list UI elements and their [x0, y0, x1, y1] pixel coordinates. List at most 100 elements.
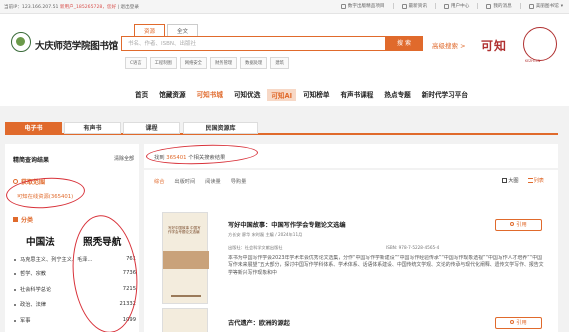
- topbar-link-news[interactable]: 最新资讯: [401, 3, 427, 9]
- category-section-label: 分类: [21, 217, 34, 224]
- nav-rankings[interactable]: 可知榜单: [299, 89, 333, 101]
- sort-overall[interactable]: 综合: [154, 178, 164, 185]
- book-cover[interactable]: 写好中国故事 中国写作学会专题论文选编: [162, 212, 209, 304]
- quick-tag[interactable]: 建筑: [270, 57, 289, 69]
- advanced-search-link[interactable]: 高级搜索 >: [432, 40, 466, 50]
- scope-section-header[interactable]: 获取范围: [13, 177, 45, 186]
- news-icon: [401, 3, 407, 9]
- nav-home[interactable]: 首页: [131, 89, 152, 101]
- result-title[interactable]: 写好中国故事：中国写作学会专题论文选编: [228, 220, 346, 229]
- category-section-header[interactable]: 分类: [13, 215, 33, 224]
- result-number: 365401: [166, 155, 187, 161]
- search-scope-tabs: 资源 全文: [134, 24, 199, 36]
- message-icon: [486, 3, 492, 9]
- main-nav: 首页 馆藏资源 可知书城 可知优选 可知AI 可知榜单 有声书课程 热点专题 新…: [0, 80, 569, 106]
- category-row[interactable]: 政治、法律 21332: [14, 301, 136, 308]
- list-view-icon: [527, 177, 533, 183]
- tab-ebook[interactable]: 电子书: [5, 122, 62, 134]
- kezhi-logo-text: 可知: [481, 39, 508, 53]
- search-button[interactable]: 搜 索: [385, 36, 423, 51]
- category-row[interactable]: 社会科学总论 7215: [14, 286, 136, 293]
- category-row[interactable]: 马克思主义、列宁主义、毛泽... 761: [14, 256, 136, 263]
- nav-audio-courses[interactable]: 有声书课程: [336, 89, 377, 101]
- result-list: 写好中国故事 中国写作学会专题论文选编 写好中国故事：中国写作学会专题论文选编 …: [144, 192, 558, 332]
- quick-tag[interactable]: 工程制图: [149, 57, 177, 69]
- category-tab-navigation[interactable]: 照秃导航: [83, 234, 121, 248]
- nav-learning-platform[interactable]: 新时代学习平台: [418, 89, 472, 101]
- clear-all-link[interactable]: 清除全部: [114, 155, 134, 162]
- quick-tag[interactable]: C语言: [125, 57, 147, 69]
- topbar-link-library[interactable]: 美丽图书馆 ▾: [528, 3, 563, 9]
- result-publisher: 出版社：社会科学文献出版社: [228, 245, 283, 250]
- bullet-icon: [14, 319, 16, 322]
- bullet-icon: [14, 272, 16, 275]
- library-logo-icon: [11, 32, 31, 52]
- nav-bookstore[interactable]: 可知书城: [193, 89, 227, 101]
- top-bar: 当前IP：123.166.207.51 新用户_185265728，您好 | 退…: [0, 0, 569, 14]
- sort-purchases[interactable]: 导购量: [231, 178, 247, 185]
- chevron-down-icon: ▾: [560, 3, 563, 9]
- link-icon: [510, 320, 515, 324]
- logout-link[interactable]: | 退出登录: [118, 5, 139, 10]
- header: 大庆师范学院图书馆 资源 全文 搜 索 高级搜索 > 可知 KEZHI.CN C…: [0, 14, 569, 80]
- nav-ai[interactable]: 可知AI: [267, 89, 297, 101]
- bullet-icon: [14, 303, 16, 306]
- ip-text: 当前IP：123.166.207.51: [4, 5, 59, 10]
- sort-bar: 综合 出版时间 阅读量 导购量 大图 列表: [144, 170, 558, 192]
- tab-audiobook[interactable]: 有声书: [64, 122, 121, 134]
- quick-tag[interactable]: 网络安全: [179, 57, 207, 69]
- quick-tag[interactable]: 数据处理: [240, 57, 268, 69]
- cover-footer: [171, 295, 201, 297]
- result-publisher-row: 出版社：社会科学文献出版社 ISBN: 978-7-5228-4565-4: [228, 245, 439, 251]
- tab-course[interactable]: 课程: [123, 122, 180, 134]
- username: 新用户_185265728，您好: [59, 5, 117, 10]
- category-row[interactable]: 军事 1099: [14, 317, 136, 324]
- result-isbn: ISBN: 978-7-5228-4565-4: [386, 245, 440, 250]
- view-grid-button[interactable]: 大图: [502, 177, 519, 184]
- scope-icon: [13, 179, 18, 184]
- quick-tag[interactable]: 财务管理: [209, 57, 238, 69]
- topbar-link-messages[interactable]: 我的消息: [486, 3, 512, 9]
- topbar-link-digital[interactable]: 数字出版精品项目: [340, 3, 385, 9]
- library-name: 大庆师范学院图书馆: [35, 41, 118, 52]
- cite-button[interactable]: 引用: [495, 219, 542, 231]
- search-tab-resource[interactable]: 资源: [134, 24, 166, 36]
- kezhi-logo[interactable]: 可知 KEZHI.CN: [481, 27, 557, 69]
- category-row[interactable]: 哲学、宗教 7736: [14, 270, 136, 277]
- online-resources-filter[interactable]: 可知在线资源(365401): [17, 192, 73, 200]
- result-title[interactable]: 古代遗产：欧洲的源起: [228, 318, 290, 327]
- nav-collection[interactable]: 馆藏资源: [155, 89, 189, 101]
- result-count: 找到 365401 个相关搜索结果: [154, 155, 226, 161]
- library-icon: [528, 3, 534, 9]
- result-description: 本书为中国写作学会2023年学术年会优秀论文选集，分作“中国写作学新建设”“中国…: [228, 255, 544, 276]
- sort-publish-date[interactable]: 出版时间: [174, 178, 195, 185]
- grid-icon: [340, 3, 346, 9]
- resource-type-tabs: 电子书 有声书 课程 民国资源库: [5, 122, 558, 135]
- scope-section-label: 获取范围: [21, 179, 46, 186]
- cover-title: 写好中国故事 中国写作学会专题论文选编: [168, 226, 201, 234]
- cover-band: [163, 251, 209, 269]
- search-tab-fulltext[interactable]: 全文: [167, 24, 199, 36]
- result-count-bar: 找到 365401 个相关搜索结果: [144, 144, 558, 168]
- book-cover[interactable]: [162, 308, 208, 332]
- cite-button[interactable]: 引用: [495, 317, 542, 329]
- topbar-link-user-center[interactable]: 用户中心: [443, 3, 469, 9]
- divider: [392, 3, 394, 9]
- nav-picks[interactable]: 可知优选: [230, 89, 264, 101]
- bullet-icon: [14, 288, 16, 291]
- nav-topics[interactable]: 热点专题: [380, 89, 414, 101]
- category-icon: [13, 217, 18, 222]
- search-box: 搜 索: [121, 36, 423, 51]
- category-tab-clc[interactable]: 中国法: [26, 234, 55, 248]
- tab-republic-archive[interactable]: 民国资源库: [183, 122, 258, 134]
- grid-view-icon: [502, 177, 508, 183]
- result-authors: 方长安 廖华 宋时磊 主编 / 2024年11月: [228, 232, 303, 237]
- divider: [434, 3, 436, 9]
- view-list-button[interactable]: 列表: [527, 177, 544, 184]
- search-input[interactable]: [128, 39, 373, 49]
- link-icon: [510, 222, 515, 226]
- seal-icon: [523, 27, 557, 61]
- bullet-icon: [14, 258, 16, 261]
- sort-reads[interactable]: 阅读量: [205, 178, 221, 185]
- user-icon: [443, 3, 449, 9]
